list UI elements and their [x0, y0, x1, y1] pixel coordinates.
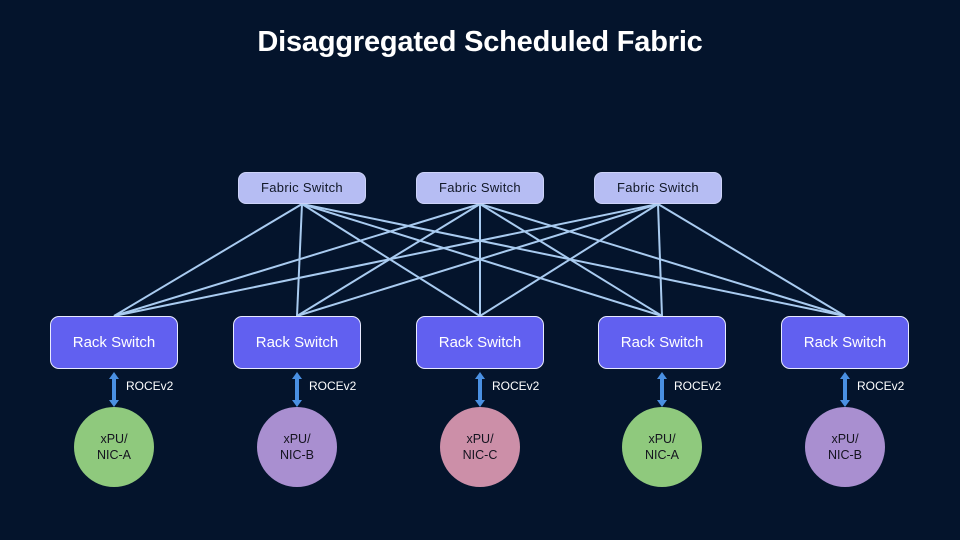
roce-3-label: ROCEv2 [492, 379, 540, 393]
mesh-link [479, 203, 663, 317]
mesh-link [113, 203, 303, 317]
mesh-link [479, 203, 659, 317]
endpoint-label-line2: NIC-B [279, 448, 315, 462]
endpoint-label-line1: xPU/ [466, 431, 494, 446]
roce-2-label: ROCEv2 [309, 379, 357, 393]
endpoint-label-line1: xPU/ [100, 431, 128, 446]
roce-1-label: ROCEv2 [126, 379, 174, 393]
roce-5-arrow [837, 372, 853, 407]
rack-switch-3[interactable]: Rack Switch [416, 316, 544, 369]
mesh-link [657, 203, 663, 317]
xpu-nic-a-2[interactable]: xPU/NIC-A [622, 407, 702, 487]
rack-switch-4[interactable]: Rack Switch [598, 316, 726, 369]
roce-4-label: ROCEv2 [674, 379, 722, 393]
roce-5-label: ROCEv2 [857, 379, 905, 393]
xpu-nic-b-2[interactable]: xPU/NIC-B [805, 407, 885, 487]
fabric-switch-2[interactable]: Fabric Switch [416, 172, 544, 204]
mesh-link [301, 203, 481, 317]
mesh-link [113, 203, 659, 317]
fabric-switch-3[interactable]: Fabric Switch [594, 172, 722, 204]
xpu-nic-a-1[interactable]: xPU/NIC-A [74, 407, 154, 487]
endpoint-label-line2: NIC-A [644, 448, 680, 462]
mesh-link [296, 203, 303, 317]
mesh-link [296, 203, 659, 317]
mesh-link [301, 203, 663, 317]
endpoint-label-line2: NIC-A [96, 448, 132, 462]
endpoint-label-line2: NIC-C [462, 448, 498, 462]
mesh-link [657, 203, 846, 317]
roce-4-arrow [654, 372, 670, 407]
fabric-switch-1[interactable]: Fabric Switch [238, 172, 366, 204]
roce-3-arrow [472, 372, 488, 407]
diagram-canvas: Disaggregated Scheduled Fabric Fabric Sw… [0, 0, 960, 540]
mesh-link [479, 203, 846, 317]
xpu-nic-b-1[interactable]: xPU/NIC-B [257, 407, 337, 487]
mesh-link [296, 203, 481, 317]
roce-2-arrow [289, 372, 305, 407]
endpoint-label-line1: xPU/ [831, 431, 859, 446]
endpoint-label-line1: xPU/ [648, 431, 676, 446]
roce-1-arrow [106, 372, 122, 407]
rack-switch-1[interactable]: Rack Switch [50, 316, 178, 369]
page-title: Disaggregated Scheduled Fabric [257, 26, 703, 58]
xpu-nic-c-1[interactable]: xPU/NIC-C [440, 407, 520, 487]
mesh-link [301, 203, 846, 317]
rack-switch-2[interactable]: Rack Switch [233, 316, 361, 369]
mesh-link [113, 203, 481, 317]
rack-switch-5[interactable]: Rack Switch [781, 316, 909, 369]
endpoint-label-line1: xPU/ [283, 431, 311, 446]
endpoint-label-line2: NIC-B [827, 448, 863, 462]
